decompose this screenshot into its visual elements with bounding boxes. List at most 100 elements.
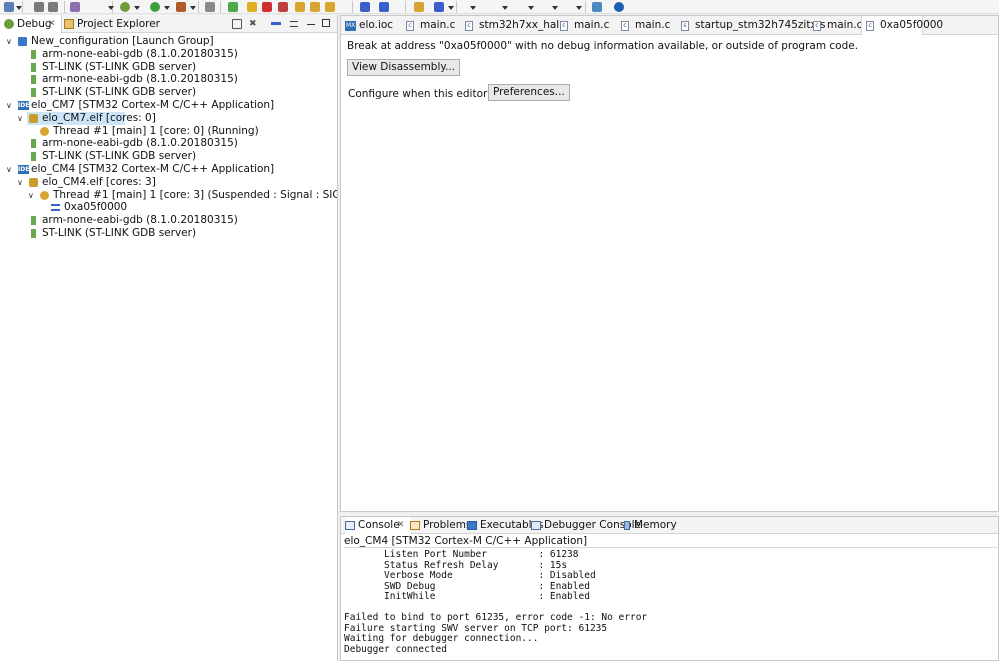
editor-tab[interactable]: c main.c [402,16,460,35]
external-tools-icon[interactable] [176,2,186,12]
editor-tab[interactable]: c main.c [809,16,862,35]
expand-chevron-icon[interactable]: ∨ [6,163,14,176]
editor-area: MX elo.ioc c main.c c stm32h7xx_hal.c c main.c c… [340,15,999,512]
tab-console[interactable]: Console ✕ [345,517,411,534]
maximize-icon[interactable] [322,19,330,27]
step-return-icon[interactable] [325,2,335,12]
thread-icon [40,126,49,136]
debug-tree-item[interactable]: ∨ elo_CM4.elf [cores: 3] [0,176,337,189]
tab-problems[interactable]: Problems [410,517,472,534]
launch-group-icon [18,37,27,46]
debug-view-tabbar: Debug ✕ Project Explorer ✖ [0,15,337,33]
run-icon[interactable] [150,2,160,12]
close-icon[interactable]: ✕ [48,15,56,33]
editor-tab-label: 0xa05f0000 [880,19,944,31]
dropdown-arrow-icon[interactable] [502,6,508,10]
preferences-button[interactable]: Preferences... [488,84,570,101]
editor-tab-label: elo.ioc [359,19,394,31]
debug-tree-item[interactable]: ST-LINK (ST-LINK GDB server) [0,61,337,74]
debug-tree-item[interactable]: arm-none-eabi-gdb (8.1.0.20180315) [0,137,337,150]
debug-tree-item[interactable]: Thread #1 [main] 1 [core: 0] (Running) [0,125,337,138]
debug-tree-item[interactable]: ST-LINK (ST-LINK GDB server) [0,150,337,163]
dropdown-arrow-icon[interactable] [190,6,196,10]
dropdown-arrow-icon[interactable] [470,6,476,10]
dropdown-arrow-icon[interactable] [576,6,582,10]
editor-tab[interactable]: c 0xa05f0000 [861,16,943,35]
dropdown-arrow-icon[interactable] [448,6,454,10]
tab-debug[interactable]: Debug ✕ [0,15,62,33]
debug-tree-item[interactable]: ∨ Thread #1 [main] 1 [core: 3] (Suspended… [0,189,337,202]
source-file-icon: c [813,21,821,31]
toolbar-separator [22,1,23,13]
disconnect-icon[interactable] [278,2,288,12]
save-icon[interactable] [34,2,44,12]
dropdown-arrow-icon[interactable] [552,6,558,10]
step-icon[interactable] [271,22,281,25]
debug-tree-item[interactable]: arm-none-eabi-gdb (8.1.0.20180315) [0,73,337,86]
toolbar-separator [64,1,65,13]
new-icon[interactable] [4,2,14,12]
info-icon[interactable] [614,2,624,12]
collapse-all-icon[interactable] [232,19,242,29]
console-line: Debugger connected [344,643,447,655]
debug-tree-item[interactable]: ∨ New_configuration [Launch Group] [0,35,337,48]
dropdown-arrow-icon[interactable] [108,6,114,10]
dropdown-arrow-icon[interactable] [16,6,22,10]
console-line: Listen Port Number : 61238 [344,549,579,560]
debug-tree-item[interactable]: ∨ IDE elo_CM4 [STM32 Cortex-M C/C++ Applic… [0,163,337,176]
expand-chevron-icon[interactable]: ∨ [28,189,36,202]
suspend-icon[interactable] [247,2,257,12]
tab-debugger-console[interactable]: Debugger Console [531,517,641,534]
debug-tree-item[interactable]: ST-LINK (ST-LINK GDB server) [0,227,337,240]
debug-tree-item[interactable]: ∨ IDE elo_CM7 [STM32 Cortex-M C/C++ Applic… [0,99,337,112]
build-icon[interactable] [70,2,80,12]
prev-annotation-icon[interactable] [379,2,389,12]
editor-tab[interactable]: MX elo.ioc [341,16,401,35]
back-icon[interactable] [414,2,424,12]
editor-tab[interactable]: s startup_stm32h745zitx.s [677,16,825,35]
dropdown-arrow-icon[interactable] [134,6,140,10]
terminate-icon[interactable] [262,2,272,12]
forward-icon[interactable] [434,2,444,12]
close-icon[interactable]: ✕ [397,517,405,534]
debug-tree-item[interactable]: arm-none-eabi-gdb (8.1.0.20180315) [0,214,337,227]
expand-chevron-icon[interactable]: ∨ [17,176,25,189]
skip-breakpoints-icon[interactable] [205,2,215,12]
executables-icon [467,521,477,530]
process-icon [31,139,36,149]
open-perspective-icon[interactable] [592,2,602,12]
expand-chevron-icon[interactable]: ∨ [6,35,14,48]
dropdown-arrow-icon[interactable] [164,6,170,10]
minimize-icon[interactable] [307,19,315,25]
next-annotation-icon[interactable] [360,2,370,12]
process-icon [31,75,36,85]
dropdown-arrow-icon[interactable] [528,6,534,10]
view-disassembly-button[interactable]: View Disassembly... [347,59,461,76]
console-output[interactable]: Listen Port Number : 61238 Status Refres… [344,547,998,660]
editor-tab[interactable]: c main.c [617,16,676,35]
tab-project-explorer[interactable]: Project Explorer [64,15,164,33]
editor-tab[interactable]: c stm32h7xx_hal.c [461,16,568,35]
step-into-icon[interactable] [295,2,305,12]
debug-tree-item[interactable]: 0xa05f0000 [0,201,337,214]
debug-tree-item-label: 0xa05f0000 [64,201,128,214]
expand-chevron-icon[interactable]: ∨ [17,112,25,125]
print-icon[interactable] [48,2,58,12]
editor-tab[interactable]: c main.c [556,16,616,35]
expand-chevron-icon[interactable]: ∨ [6,99,14,112]
source-file-icon: c [465,21,473,31]
elf-target-icon [29,113,38,123]
debug-icon[interactable] [120,2,130,12]
debug-tree-item[interactable]: ST-LINK (ST-LINK GDB server) [0,86,337,99]
debug-tree-item[interactable]: arm-none-eabi-gdb (8.1.0.20180315) [0,48,337,61]
remove-terminated-icon[interactable]: ✖ [249,19,259,29]
tab-memory[interactable]: Memory [622,517,682,534]
tab-memory-label: Memory [634,519,677,531]
resume-icon[interactable] [228,2,238,12]
debug-tree-item[interactable]: ∨ elo_CM7.elf [cores: 0] [0,111,337,125]
debug-tree-item-label: Thread #1 [main] 1 [core: 0] (Running) [53,124,259,137]
debug-tree-item-label: ST-LINK (ST-LINK GDB server) [42,60,197,73]
view-menu-icon[interactable] [290,21,298,27]
step-over-icon[interactable] [310,2,320,12]
tab-executables[interactable]: Executables [467,517,543,534]
